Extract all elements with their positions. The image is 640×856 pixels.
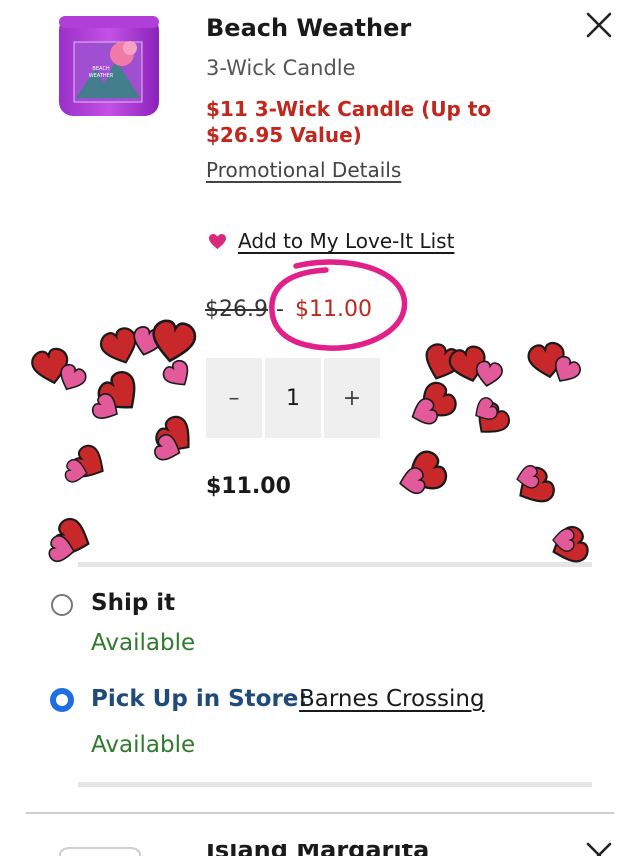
item-separator: [26, 812, 614, 814]
hearts-annotation: [29, 317, 592, 570]
heart-icon: [29, 317, 592, 570]
next-product-image[interactable]: [56, 846, 144, 856]
pickup-availability: Available: [91, 732, 196, 758]
divider: [78, 782, 592, 787]
ship-availability: Available: [91, 630, 196, 656]
svg-text:BEACH: BEACH: [92, 66, 109, 72]
product-image[interactable]: BEACH WEATHER: [56, 12, 162, 120]
close-icon[interactable]: [582, 8, 616, 42]
pickup-label[interactable]: Pick Up in Store:: [91, 686, 308, 712]
heart-icon: [209, 233, 226, 249]
product-name: Beach Weather: [206, 14, 412, 42]
promotional-details-link[interactable]: Promotional Details: [206, 158, 401, 182]
pickup-radio[interactable]: [50, 688, 74, 712]
ship-it-label[interactable]: Ship it: [91, 590, 175, 616]
ship-it-radio[interactable]: [51, 594, 73, 616]
sale-price: $11.00: [295, 297, 372, 322]
next-product-name: Island Margarita: [206, 844, 429, 856]
add-to-love-it-list[interactable]: Add to My Love-It List: [208, 229, 454, 253]
close-icon[interactable]: [582, 842, 616, 856]
svg-text:WEATHER: WEATHER: [89, 73, 114, 79]
price-separator: -: [276, 297, 284, 322]
quantity-increase-button[interactable]: +: [324, 358, 380, 438]
product-variant: 3-Wick Candle: [206, 56, 356, 80]
quantity-decrease-button[interactable]: –: [206, 358, 262, 438]
original-price: $26.9: [205, 297, 268, 322]
divider: [78, 562, 592, 567]
line-total: $11.00: [206, 474, 291, 499]
love-it-label: Add to My Love-It List: [238, 229, 455, 253]
quantity-value[interactable]: 1: [265, 358, 321, 438]
promo-text: $11 3-Wick Candle (Up to $26.95 Value): [206, 97, 492, 147]
store-link[interactable]: Barnes Crossing: [299, 686, 485, 712]
